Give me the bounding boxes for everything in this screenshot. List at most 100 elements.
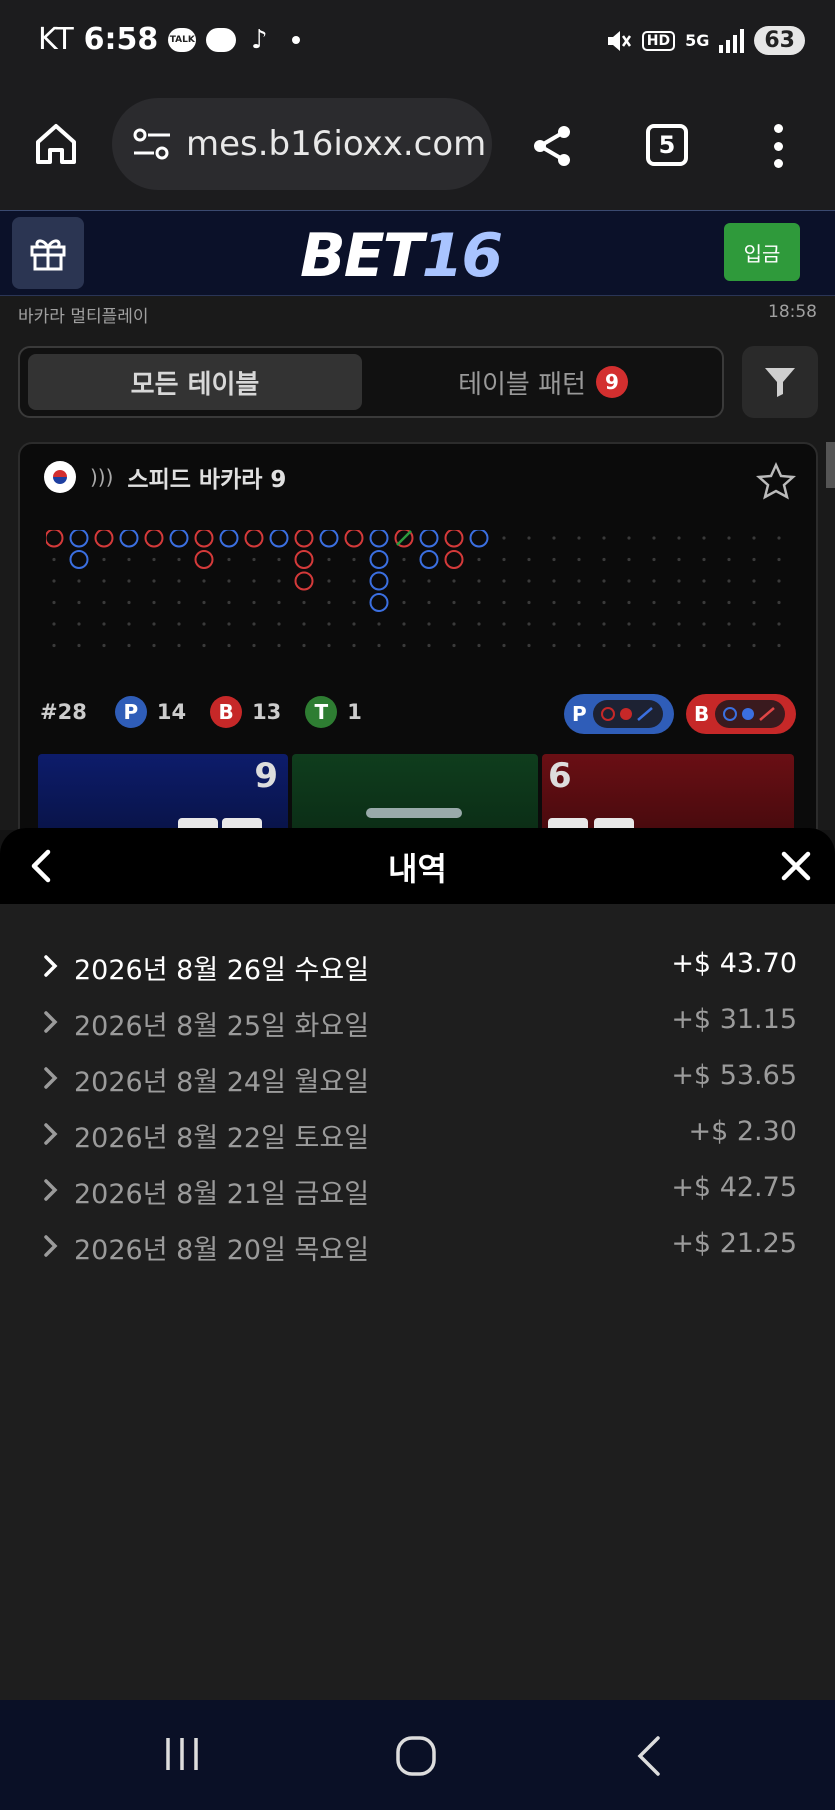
table-filter-tabs: 모든 테이블 테이블 패턴 9 bbox=[18, 346, 724, 418]
banker-win-count: 13 bbox=[252, 700, 282, 724]
bead-road-marker bbox=[444, 550, 464, 569]
history-item[interactable]: 2026년 8월 20일 목요일 +$ 21.25 bbox=[0, 1218, 835, 1274]
hd-voice-icon: HD bbox=[641, 30, 676, 51]
favorite-star-icon[interactable] bbox=[756, 462, 796, 502]
chat-bubble-notification-icon bbox=[206, 27, 237, 52]
bead-road-marker bbox=[94, 530, 114, 548]
history-amount: +$ 2.30 bbox=[688, 1116, 797, 1147]
bead-road-marker bbox=[369, 530, 389, 548]
expand-chevron-icon bbox=[44, 1235, 58, 1257]
tab-table-pattern[interactable]: 테이블 패턴 9 bbox=[370, 354, 716, 410]
history-item[interactable]: 2026년 8월 26일 수요일 +$ 43.70 bbox=[0, 938, 835, 994]
player-score: 9 bbox=[254, 756, 278, 796]
live-stream-icon: ))) bbox=[90, 465, 114, 489]
bead-road-marker bbox=[369, 550, 389, 569]
bead-road-marker bbox=[369, 571, 389, 591]
clock: 6:58 bbox=[83, 22, 159, 57]
network-type-icon: 5G bbox=[685, 31, 710, 50]
table-name: 스피드 바카라 9 bbox=[127, 467, 287, 493]
history-date: 2026년 8월 21일 금요일 bbox=[74, 1179, 370, 1210]
player-prediction-button[interactable]: P bbox=[564, 694, 674, 734]
history-date: 2026년 8월 20일 목요일 bbox=[74, 1235, 370, 1266]
tie-result-label bbox=[366, 808, 462, 818]
tab-table-pattern-label: 테이블 패턴 bbox=[458, 369, 586, 400]
system-home-icon[interactable] bbox=[394, 1734, 438, 1778]
deposit-button[interactable]: 입금 bbox=[724, 223, 800, 281]
bead-road-marker bbox=[194, 530, 214, 548]
kakaotalk-notification-icon: TALK bbox=[168, 27, 197, 52]
history-item[interactable]: 2026년 8월 22일 토요일 +$ 2.30 bbox=[0, 1106, 835, 1162]
history-list: 2026년 8월 26일 수요일 +$ 43.70 2026년 8월 25일 화… bbox=[0, 938, 835, 1274]
share-icon[interactable] bbox=[528, 122, 576, 170]
system-back-icon[interactable] bbox=[632, 1734, 668, 1778]
tab-all-tables[interactable]: 모든 테이블 bbox=[28, 354, 362, 410]
table-stats: #28 P 14 B 13 T 1 bbox=[40, 696, 376, 728]
filter-icon bbox=[765, 368, 795, 397]
bead-road-marker bbox=[344, 530, 364, 548]
site-logo[interactable]: BET16 bbox=[300, 221, 503, 291]
mute-icon bbox=[607, 30, 631, 51]
bead-road-marker bbox=[369, 593, 389, 612]
recent-apps-icon[interactable] bbox=[160, 1734, 204, 1774]
history-item[interactable]: 2026년 8월 24일 월요일 +$ 53.65 bbox=[0, 1050, 835, 1106]
carrier-label: KT bbox=[38, 22, 74, 57]
banker-score: 6 bbox=[548, 756, 572, 796]
status-bar: KT 6:58 TALK ♪ HD 5G 63 bbox=[0, 0, 835, 86]
pattern-count-badge: 9 bbox=[595, 366, 628, 398]
bead-road-marker bbox=[169, 530, 189, 548]
bead-road-marker bbox=[294, 571, 314, 591]
address-bar[interactable]: mes.b16ioxx.com bbox=[112, 98, 492, 190]
bead-road-marker bbox=[419, 550, 439, 569]
table-card[interactable]: ))) 스피드 바카라 9 #28 P 14 B 13 T 1 P B 9 6 bbox=[18, 442, 818, 862]
bead-road-marker bbox=[269, 530, 289, 548]
lobby-area: 모든 테이블 테이블 패턴 9 ))) 스피드 바카라 9 #28 P 14 B… bbox=[0, 330, 835, 862]
close-icon[interactable] bbox=[776, 846, 816, 886]
history-title: 내역 bbox=[388, 850, 447, 888]
bead-road-marker bbox=[119, 530, 139, 548]
more-menu-icon[interactable] bbox=[770, 124, 786, 168]
status-right: HD 5G 63 bbox=[604, 26, 805, 55]
tie-count: 1 bbox=[347, 700, 362, 724]
tab-switcher-button[interactable]: 5 bbox=[646, 124, 688, 166]
bead-road bbox=[46, 530, 781, 648]
bead-road-marker bbox=[444, 530, 464, 548]
bead-road-marker bbox=[69, 530, 89, 548]
signal-strength-icon bbox=[719, 28, 745, 53]
site-settings-icon[interactable] bbox=[132, 126, 172, 162]
bead-road-marker bbox=[194, 550, 214, 569]
history-date: 2026년 8월 24일 월요일 bbox=[74, 1067, 370, 1098]
history-amount: +$ 21.25 bbox=[671, 1228, 797, 1259]
table-card-header: ))) 스피드 바카라 9 bbox=[44, 460, 286, 494]
history-date: 2026년 8월 25일 화요일 bbox=[74, 1011, 370, 1042]
banker-prediction-button[interactable]: B bbox=[686, 694, 796, 734]
history-amount: +$ 31.15 bbox=[671, 1004, 797, 1035]
history-item[interactable]: 2026년 8월 25일 화요일 +$ 31.15 bbox=[0, 994, 835, 1050]
history-amount: +$ 53.65 bbox=[671, 1060, 797, 1091]
banker-prediction-pattern-icon bbox=[715, 700, 786, 728]
tie-chip: T bbox=[305, 696, 338, 728]
player-prediction-pattern-icon bbox=[592, 700, 663, 728]
scrollbar-thumb[interactable] bbox=[826, 442, 835, 488]
banker-chip: B bbox=[210, 696, 243, 728]
gift-button[interactable] bbox=[12, 217, 84, 289]
gift-icon bbox=[30, 239, 66, 271]
bead-road-marker bbox=[294, 550, 314, 569]
player-chip: P bbox=[114, 696, 147, 728]
expand-chevron-icon bbox=[44, 1123, 58, 1145]
expand-chevron-icon bbox=[44, 955, 58, 977]
bead-road-marker bbox=[69, 550, 89, 569]
filter-button[interactable] bbox=[742, 346, 818, 418]
more-notifications-dot-icon bbox=[292, 35, 301, 44]
home-icon[interactable] bbox=[32, 120, 80, 168]
history-item[interactable]: 2026년 8월 21일 금요일 +$ 42.75 bbox=[0, 1162, 835, 1218]
expand-chevron-icon bbox=[44, 1011, 58, 1033]
korea-flag-icon bbox=[44, 461, 76, 493]
logo-text: BET bbox=[300, 221, 424, 291]
bead-road-marker bbox=[469, 530, 489, 548]
round-number: #28 bbox=[40, 700, 87, 724]
history-amount: +$ 43.70 bbox=[671, 948, 797, 979]
history-sheet: 내역 2026년 8월 26일 수요일 +$ 43.70 2026년 8월 25… bbox=[0, 828, 835, 1700]
history-date: 2026년 8월 26일 수요일 bbox=[74, 955, 370, 986]
expand-chevron-icon bbox=[44, 1067, 58, 1089]
bead-road-marker bbox=[419, 530, 439, 548]
